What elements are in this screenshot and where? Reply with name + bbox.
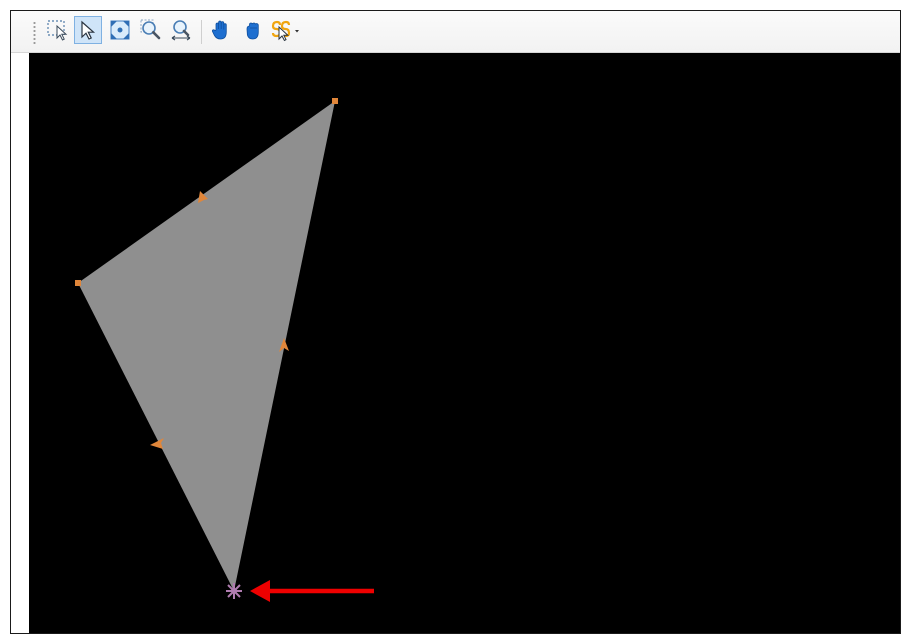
- selected-polygon[interactable]: [78, 101, 335, 591]
- map-window: [10, 10, 901, 634]
- vertex-handle[interactable]: [75, 280, 81, 286]
- pan-hand-icon[interactable]: [207, 16, 235, 44]
- vertex-handle[interactable]: [332, 98, 338, 104]
- zoom-out-icon[interactable]: [167, 16, 195, 44]
- toolbar-grip[interactable]: [33, 21, 36, 45]
- zoom-in-icon[interactable]: [137, 16, 165, 44]
- pointer-select-icon[interactable]: [74, 16, 102, 44]
- map-toolbar: [11, 11, 900, 53]
- red-annotation-arrow: [250, 580, 374, 602]
- toolbar-separator: [201, 20, 202, 44]
- snapping-dropdown-icon[interactable]: [269, 16, 303, 44]
- map-canvas[interactable]: [29, 53, 900, 633]
- pan-grab-icon[interactable]: [239, 16, 267, 44]
- zoom-to-extent-icon[interactable]: [106, 16, 134, 44]
- rectangle-select-icon[interactable]: [44, 16, 72, 44]
- polygon-layer: [75, 98, 338, 599]
